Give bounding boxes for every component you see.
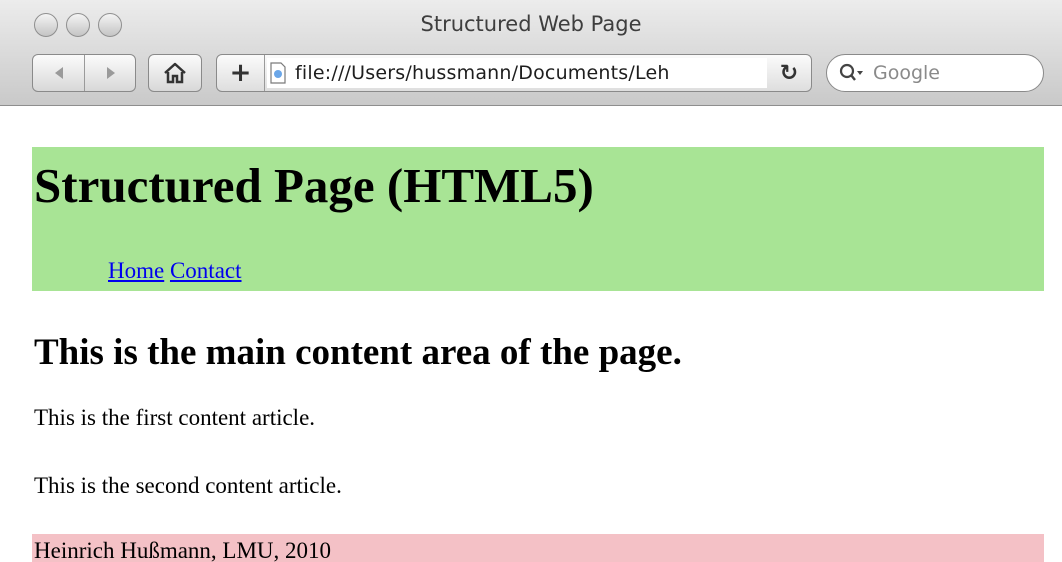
reload-icon: ↻: [779, 60, 799, 86]
url-input[interactable]: file:///Users/hussmann/Documents/Leh: [267, 58, 767, 88]
page-nav: Home Contact: [108, 258, 242, 284]
page-header: Structured Page (HTML5) Home Contact: [32, 147, 1044, 291]
home-button[interactable]: [148, 54, 202, 92]
search-icon: [839, 63, 863, 81]
article-first: This is the first content article.: [34, 405, 316, 430]
browser-toolbar: Structured Web Page + file:///Users/huss…: [0, 0, 1062, 106]
nav-link-contact[interactable]: Contact: [170, 258, 242, 283]
back-forward-buttons: [32, 54, 136, 92]
article-second: This is the second content article.: [34, 473, 342, 498]
main-heading: This is the main content area of the pag…: [34, 332, 682, 373]
window-title: Structured Web Page: [420, 12, 642, 36]
page-footer: Heinrich Hußmann, LMU, 2010: [32, 534, 1044, 562]
page-title: Structured Page (HTML5): [34, 158, 594, 213]
back-button[interactable]: [33, 55, 84, 91]
forward-arrow-icon: [106, 67, 115, 79]
nav-link-home[interactable]: Home: [108, 258, 164, 283]
address-bar: + file:///Users/hussmann/Documents/Leh ↻: [216, 54, 812, 92]
web-page: Structured Page (HTML5) Home Contact Thi…: [0, 107, 1062, 562]
home-icon: [164, 62, 186, 84]
add-bookmark-button[interactable]: +: [217, 55, 265, 91]
url-text: file:///Users/hussmann/Documents/Leh: [295, 62, 670, 84]
footer-text: Heinrich Hußmann, LMU, 2010: [34, 538, 332, 562]
plus-icon: +: [229, 58, 252, 88]
file-page-icon: [270, 62, 286, 84]
reload-button[interactable]: ↻: [767, 55, 811, 91]
forward-button[interactable]: [85, 55, 136, 91]
search-field[interactable]: Google: [826, 54, 1044, 92]
back-arrow-icon: [54, 67, 63, 79]
search-placeholder: Google: [873, 62, 941, 84]
